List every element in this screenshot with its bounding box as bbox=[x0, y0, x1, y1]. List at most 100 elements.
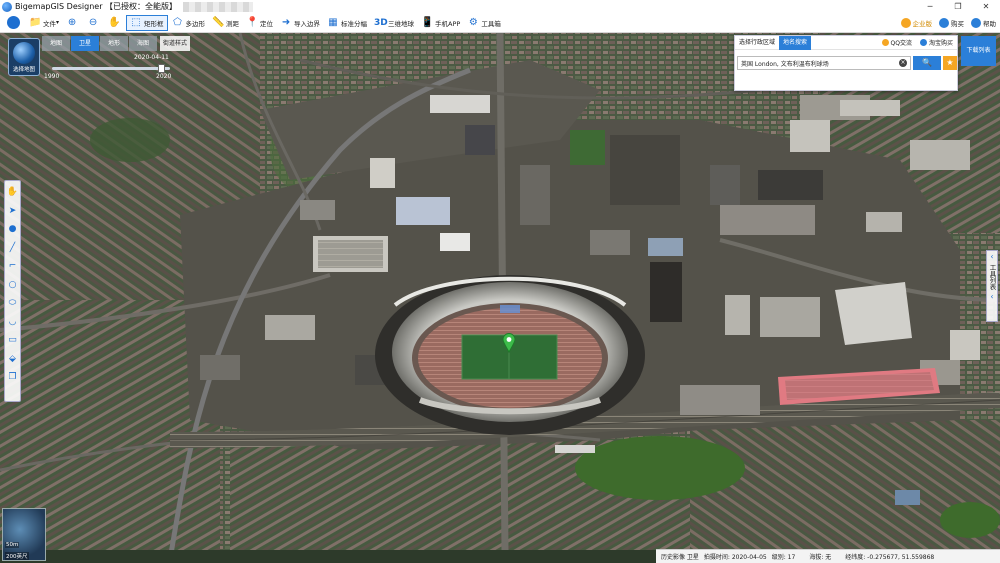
timeline-track[interactable] bbox=[52, 67, 170, 70]
toolbar-phone-button[interactable]: 📱 手机APP bbox=[418, 15, 463, 31]
toolbar-label: 文件 bbox=[43, 19, 56, 28]
place-search-input[interactable] bbox=[737, 56, 911, 70]
status-coordinates: 经纬度: -0.275677, 51.559868 bbox=[845, 554, 935, 561]
redacted-account bbox=[183, 1, 254, 12]
toolbar-pan-hand-button[interactable]: ✋ bbox=[105, 15, 125, 31]
download-list-button[interactable]: 下载列表 bbox=[961, 36, 996, 66]
toolbar-folder-button[interactable]: 📁 文件 ▾ bbox=[26, 15, 62, 31]
rectangle-select-icon: ⬚ bbox=[131, 16, 141, 28]
taobao-link[interactable]: 淘宝购买 bbox=[916, 38, 957, 47]
tab-place-search[interactable]: 地名搜索 bbox=[779, 35, 812, 50]
layers-icon[interactable]: ❐ bbox=[6, 368, 19, 387]
import-boundary-icon: ➜ bbox=[281, 16, 291, 28]
toolbar-label: 测距 bbox=[226, 19, 240, 28]
toolbar-locate-pin-button[interactable]: 📍 定位 bbox=[243, 15, 276, 31]
crown-label: 企业版 bbox=[912, 19, 933, 28]
map-type-tab[interactable]: 地形 bbox=[100, 36, 128, 51]
line-icon[interactable]: ╱ bbox=[6, 239, 19, 258]
imagery-timeline[interactable]: 2020-04-11 1990 2020 bbox=[44, 54, 171, 80]
qq-link[interactable]: QQ交流 bbox=[878, 38, 916, 47]
status-source: 历史影像 卫星 bbox=[661, 554, 699, 561]
shop-icon bbox=[919, 39, 927, 46]
phone-icon: 📱 bbox=[421, 16, 434, 28]
app-logo-icon bbox=[2, 1, 12, 12]
label-tag-icon[interactable]: ⬙ bbox=[6, 350, 19, 369]
marker-icon[interactable]: ● bbox=[6, 220, 19, 239]
help-icon bbox=[971, 17, 981, 28]
polygon-icon: ⬠ bbox=[173, 16, 182, 28]
drawing-toolbar: ✋ ➤ ● ╱ ⌐ ○ ⬭ ◡ ▭ ⬙ ❐ bbox=[4, 180, 21, 402]
window-title: BigemapGIS Designer 【已授权：全能版】 bbox=[15, 2, 178, 11]
status-bar: 历史影像 卫星 拍摄时间: 2020-04-05 级别: 17 海拔: 无 经纬… bbox=[656, 549, 1000, 563]
cart-icon bbox=[939, 17, 949, 28]
circle-icon[interactable]: ○ bbox=[6, 276, 19, 295]
chevron-left-icon[interactable]: ‹ bbox=[987, 253, 997, 261]
location-pin-icon[interactable] bbox=[502, 333, 516, 354]
close-button[interactable]: ✕ bbox=[972, 2, 1000, 11]
overview-minimap[interactable]: 50m 200英尺 bbox=[2, 508, 46, 561]
title-bar: BigemapGIS Designer 【已授权：全能版】 ─ ❐ ✕ bbox=[0, 0, 1000, 13]
qq-link-label: QQ交流 bbox=[890, 40, 912, 47]
ruler-icon: 📏 bbox=[212, 16, 225, 28]
arc-icon[interactable]: ◡ bbox=[6, 313, 19, 332]
grid-icon: ▦ bbox=[328, 16, 338, 28]
map-type-tab[interactable]: 卫星 bbox=[71, 36, 99, 51]
search-panel: 选择行政区域 地名搜索 QQ交流 淘宝购买 × 🔍 ★ bbox=[734, 35, 958, 91]
toolbar-polygon-button[interactable]: ⬠ 多边形 bbox=[169, 15, 209, 31]
polyline-icon[interactable]: ⌐ bbox=[6, 257, 19, 276]
taobao-link-label: 淘宝购买 bbox=[928, 40, 953, 47]
tool-list-label: 工具列表 bbox=[988, 264, 996, 290]
toolbar-zoom-out-button[interactable]: ⊖ bbox=[84, 15, 104, 31]
main-toolbar: 📁 文件 ▾ ⊕ ⊖ ✋ ⬚ 矩形框 ⬠ 多边形 📏 测距 📍 定位 ➜ 导入边界 ▦ 标准分幅 3D 三维地球 📱 手机… bbox=[0, 13, 1000, 33]
toolbar-rectangle-select-button[interactable]: ⬚ 矩形框 bbox=[126, 14, 168, 31]
crown-button[interactable]: 企业版 bbox=[898, 15, 936, 31]
clear-search-icon[interactable]: × bbox=[899, 59, 907, 67]
toolbar-zoom-in-button[interactable]: ⊕ bbox=[63, 15, 83, 31]
street-style-button[interactable]: 街道样式 bbox=[160, 36, 190, 51]
toolbar-label: 手机APP bbox=[435, 19, 461, 28]
scale-imperial: 200英尺 bbox=[5, 552, 29, 560]
chevron-left-icon[interactable]: ‹ bbox=[987, 293, 997, 301]
hand-icon[interactable]: ✋ bbox=[6, 183, 19, 202]
satellite-map[interactable] bbox=[0, 33, 1000, 550]
map-type-tabs: 地图 卫星 地形 海图 bbox=[42, 36, 158, 51]
status-altitude: 海拔: 无 bbox=[809, 554, 832, 561]
favorite-star-button[interactable]: ★ bbox=[943, 56, 957, 70]
globe-icon bbox=[7, 16, 20, 29]
toolbar-label: 三维地球 bbox=[388, 19, 415, 28]
search-button[interactable]: 🔍 bbox=[913, 56, 941, 70]
cart-button[interactable]: 购买 bbox=[936, 15, 967, 31]
toolbar-grid-button[interactable]: ▦ 标准分幅 bbox=[324, 15, 370, 31]
zoom-out-icon: ⊖ bbox=[88, 16, 98, 28]
toolbar-gear-button[interactable]: ⚙ 工具箱 bbox=[464, 15, 504, 31]
gear-icon: ⚙ bbox=[468, 16, 478, 28]
map-source-label: 选择地图 bbox=[12, 67, 35, 73]
scale-metric: 50m bbox=[5, 542, 20, 548]
status-zoom-level: 级别: 17 bbox=[771, 554, 796, 561]
toolbar-label: 导入边界 bbox=[294, 19, 321, 28]
globe-icon bbox=[13, 42, 35, 64]
help-label: 帮助 bbox=[983, 19, 996, 28]
tool-list-panel[interactable]: ‹ 工具列表 ‹ bbox=[986, 250, 998, 322]
maximize-button[interactable]: ❐ bbox=[944, 2, 972, 11]
ellipse-icon[interactable]: ⬭ bbox=[6, 294, 19, 313]
map-type-tab[interactable]: 地图 bbox=[42, 36, 70, 51]
map-source-selector[interactable]: 选择地图 bbox=[8, 38, 40, 76]
minimize-button[interactable]: ─ bbox=[916, 2, 944, 11]
toolbar-import-boundary-button[interactable]: ➜ 导入边界 bbox=[277, 15, 323, 31]
qq-icon bbox=[881, 39, 889, 46]
toolbar-ruler-button[interactable]: 📏 测距 bbox=[209, 15, 242, 31]
timeline-start-year: 1990 bbox=[44, 73, 60, 80]
app-menu-button[interactable] bbox=[4, 15, 25, 31]
map-type-tab[interactable]: 海图 bbox=[129, 36, 157, 51]
timeline-thumb[interactable] bbox=[158, 64, 166, 73]
pointer-icon[interactable]: ➤ bbox=[6, 202, 19, 221]
help-button[interactable]: 帮助 bbox=[968, 15, 999, 31]
toolbar-label: 多边形 bbox=[185, 19, 206, 28]
zoom-in-icon: ⊕ bbox=[67, 16, 77, 28]
tab-admin-region[interactable]: 选择行政区域 bbox=[735, 36, 779, 50]
rectangle-icon[interactable]: ▭ bbox=[6, 331, 19, 350]
folder-icon: 📁 bbox=[29, 16, 42, 28]
toolbar-3d-button[interactable]: 3D 三维地球 bbox=[371, 15, 417, 31]
cart-label: 购买 bbox=[951, 19, 964, 28]
